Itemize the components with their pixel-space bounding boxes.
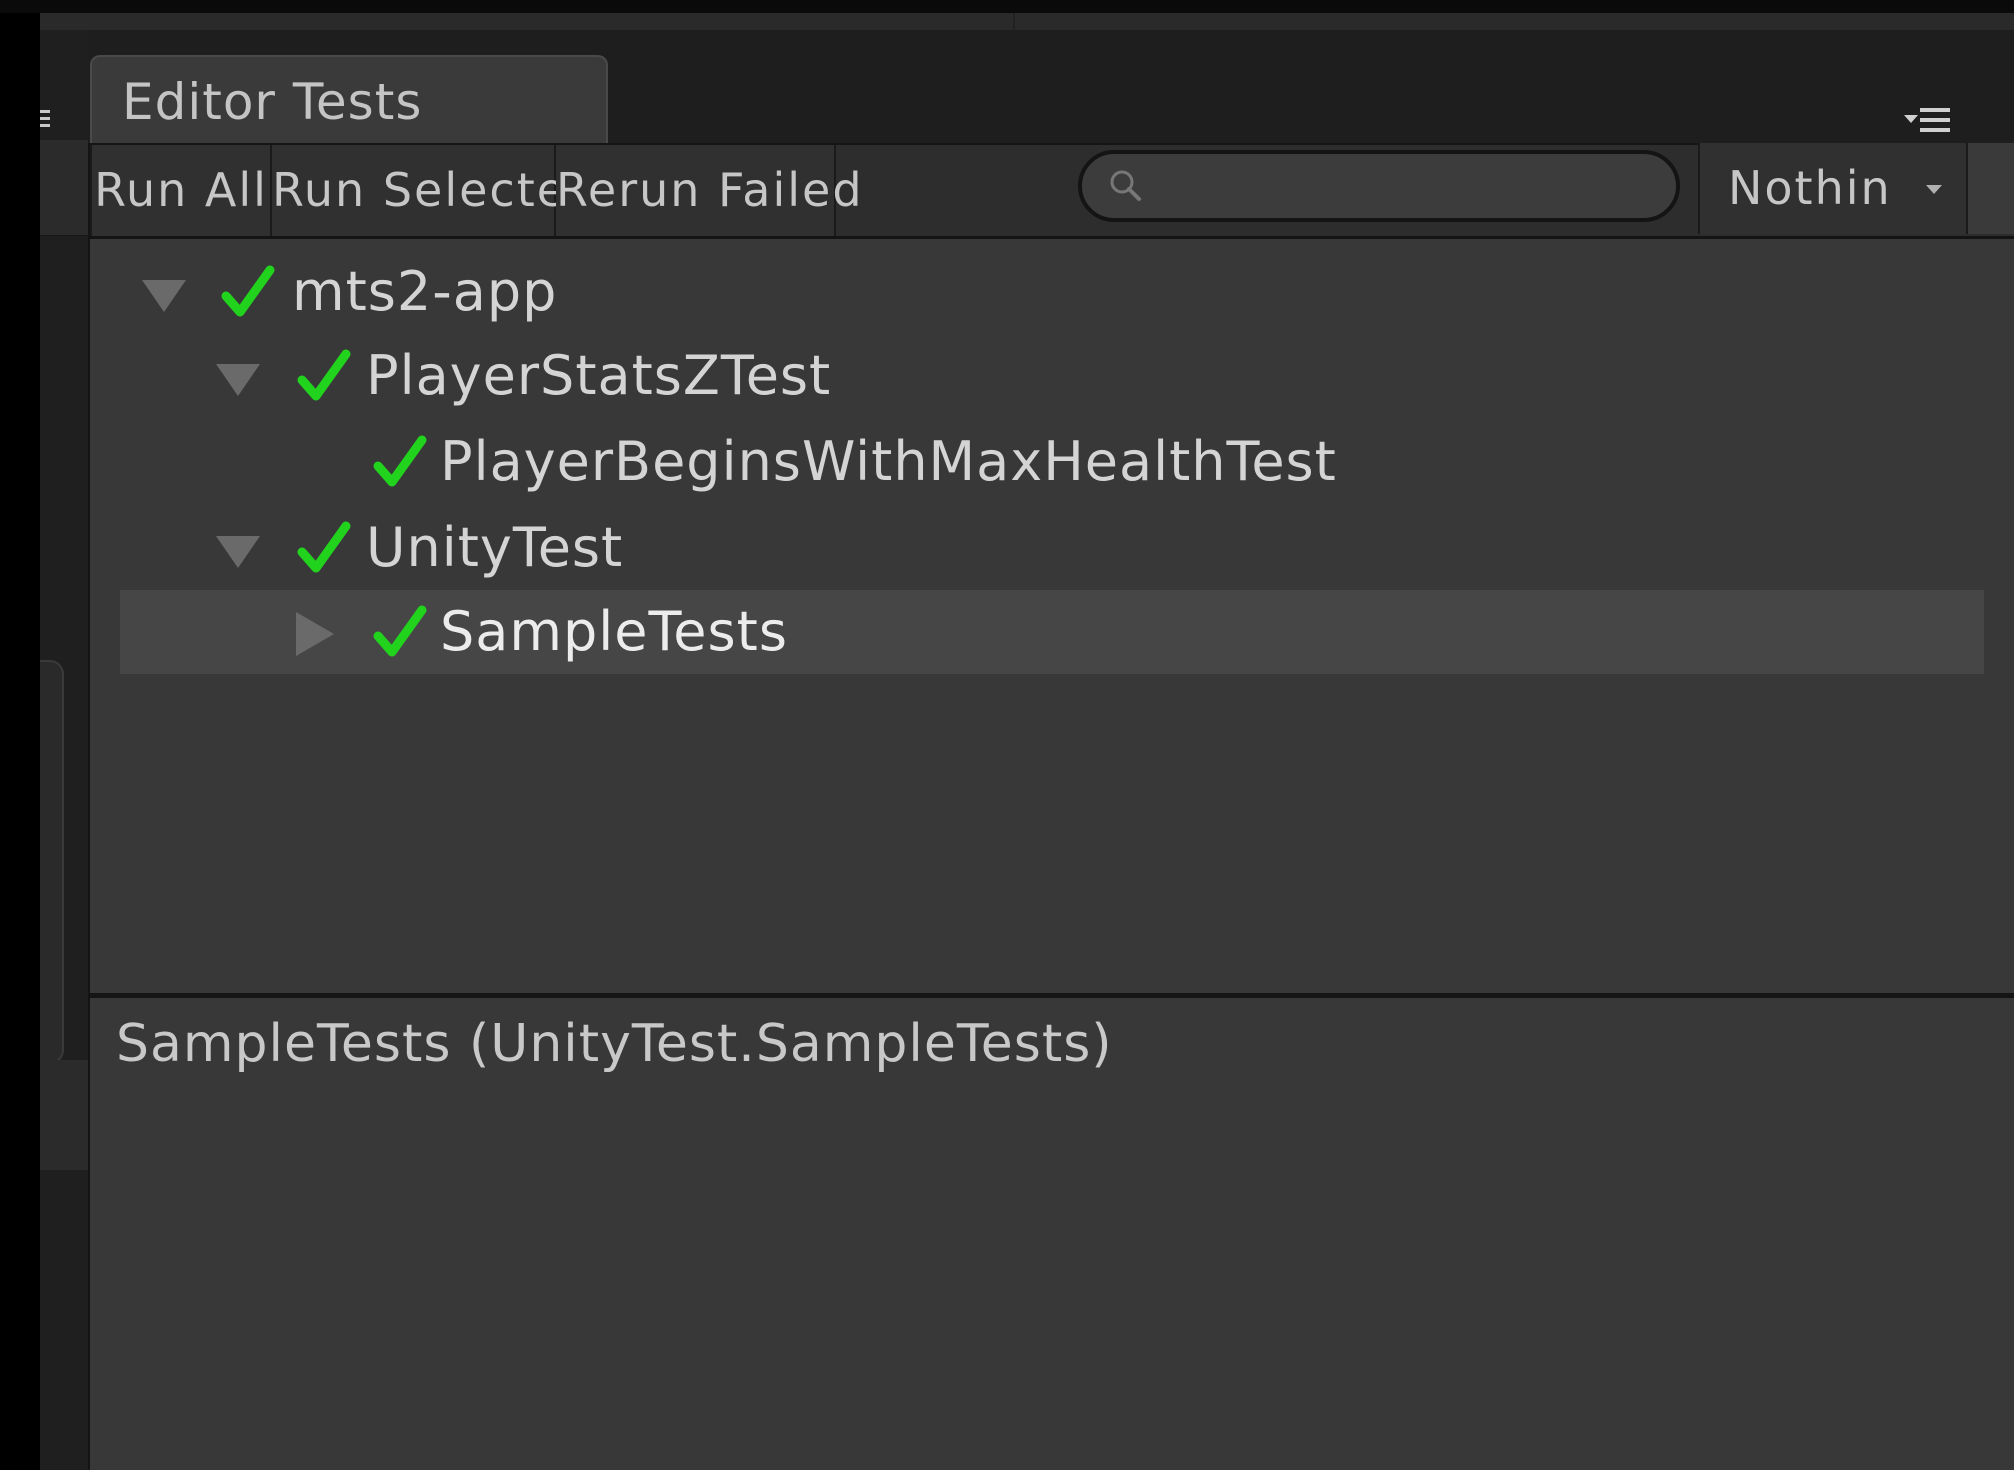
rerun-failed-label: Rerun Failed: [556, 163, 864, 217]
tab-editor-tests[interactable]: Editor Tests: [90, 55, 608, 143]
run-selected-label: Run Selected: [272, 163, 599, 217]
tree-row-label: mts2-app: [292, 260, 558, 323]
left-panel-menu-icon[interactable]: [40, 106, 50, 132]
run-all-label: Run All: [94, 163, 268, 217]
result-filter-value: Nothin: [1728, 161, 1892, 215]
run-all-button[interactable]: Run All: [90, 145, 272, 236]
top-edge: [0, 0, 2014, 13]
passed-check-icon: [373, 435, 427, 487]
test-details-text: SampleTests (UnityTest.SampleTests): [116, 1014, 1113, 1074]
left-dock-toolbar: [40, 140, 88, 236]
run-selected-button[interactable]: Run Selected: [272, 145, 596, 236]
rerun-failed-button[interactable]: Rerun Failed: [556, 145, 862, 236]
passed-check-icon: [297, 349, 351, 401]
collapsed-triangle-icon[interactable]: [296, 612, 334, 656]
chevron-down-icon: [1926, 185, 1942, 194]
tab-title: Editor Tests: [122, 73, 423, 131]
unity-editor-tests-window: Editor Tests Run All Run Selected Rerun …: [0, 0, 2014, 1470]
tree-row-label: PlayerStatsZTest: [366, 344, 832, 407]
tree-row-playerstatsztest[interactable]: PlayerStatsZTest: [120, 334, 1984, 418]
tree-row-mts2-app[interactable]: mts2-app: [120, 250, 1984, 334]
left-dock-footer: [40, 1060, 88, 1170]
tree-row-label: PlayerBeginsWithMaxHealthTest: [440, 430, 1337, 493]
left-dock-scroll-area[interactable]: [40, 660, 64, 1064]
passed-check-icon: [297, 521, 351, 573]
top-dock-strip: [40, 13, 2014, 31]
tree-row-unitytest[interactable]: UnityTest: [120, 506, 1984, 590]
expanded-triangle-icon[interactable]: [216, 364, 260, 396]
toolbar-overflow-edge: [1966, 143, 2014, 234]
search-field[interactable]: [1078, 150, 1680, 222]
result-filter-dropdown[interactable]: Nothin: [1698, 143, 1966, 234]
expanded-triangle-icon[interactable]: [142, 280, 186, 312]
passed-check-icon: [221, 265, 275, 317]
passed-check-icon: [373, 605, 427, 657]
test-details-pane: SampleTests (UnityTest.SampleTests): [90, 998, 2014, 1470]
top-dock-divider: [1013, 13, 1015, 30]
search-icon: [1110, 170, 1141, 201]
tree-row-playerbeginswithmaxhealthtest[interactable]: PlayerBeginsWithMaxHealthTest: [120, 420, 1984, 504]
panel-options-menu-icon[interactable]: [1904, 106, 1950, 136]
expanded-triangle-icon[interactable]: [216, 536, 260, 568]
tree-row-label: SampleTests: [440, 600, 788, 663]
tree-row-sampletests[interactable]: SampleTests: [120, 590, 1984, 674]
tree-row-label: UnityTest: [366, 516, 624, 579]
